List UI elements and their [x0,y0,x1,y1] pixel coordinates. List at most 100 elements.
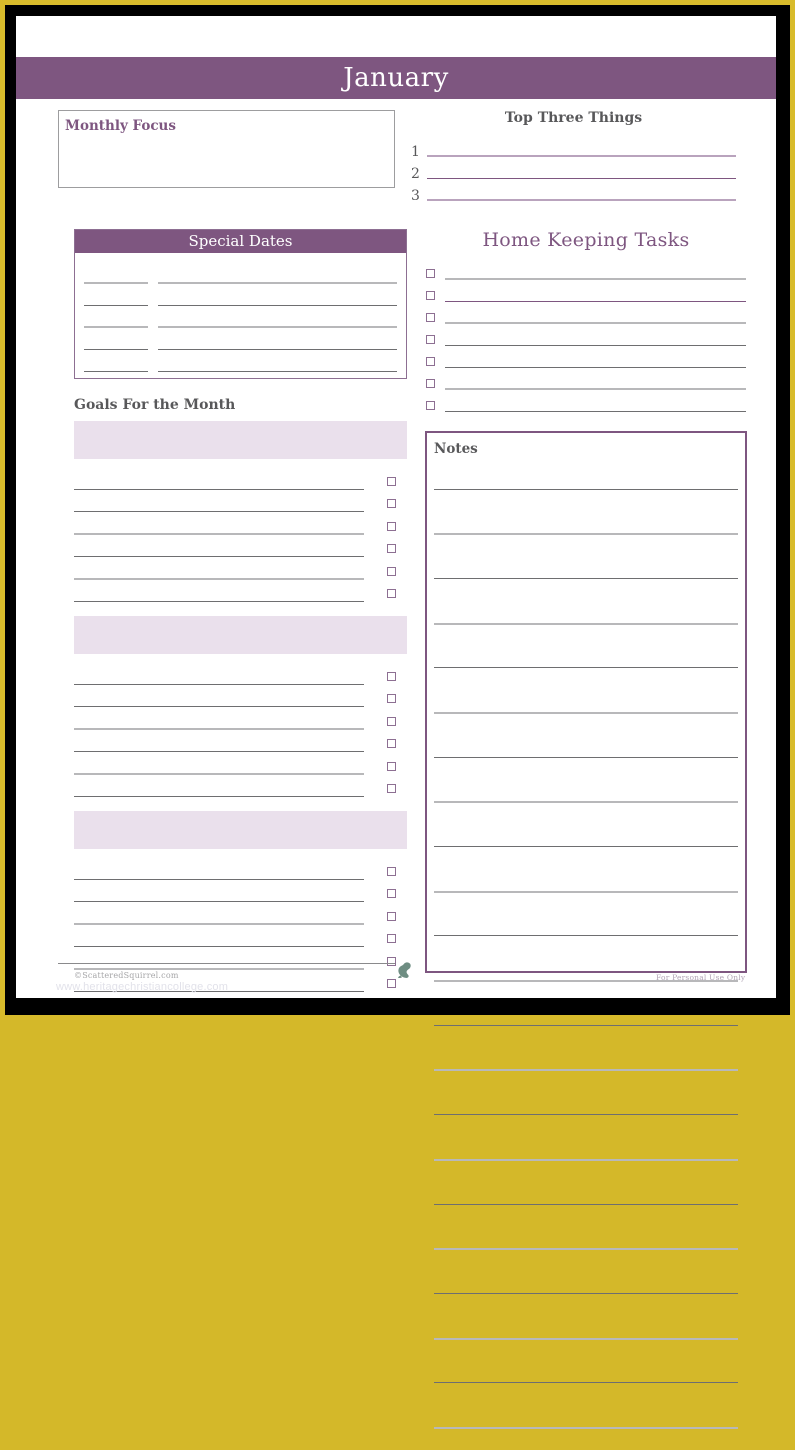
checkbox-icon[interactable] [387,761,396,771]
checkbox-icon[interactable] [387,499,396,508]
goal-row[interactable] [74,859,407,882]
goal-row[interactable] [74,754,407,777]
goal-writing-line[interactable] [74,878,364,880]
note-line[interactable] [434,577,738,601]
home-keeping-row[interactable] [426,260,746,282]
checkbox-icon[interactable] [387,911,396,921]
checkbox-icon[interactable] [426,357,435,366]
top-three-row[interactable]: 3 [411,181,736,203]
note-line[interactable] [434,1292,738,1316]
checkbox-icon[interactable] [387,784,396,793]
goal-writing-line[interactable] [74,706,364,707]
home-keeping-row[interactable] [426,282,746,304]
special-date-description-field[interactable] [158,305,397,306]
goal-writing-line[interactable] [74,601,364,602]
note-line[interactable] [434,801,738,824]
goal-row[interactable] [74,492,407,515]
home-keeping-writing-line[interactable] [445,278,746,280]
special-date-field[interactable] [84,305,148,306]
goal-row[interactable] [74,469,407,492]
top-three-writing-line[interactable] [427,199,736,201]
special-dates-row[interactable] [84,286,397,308]
goal-row[interactable] [74,514,407,537]
checkbox-icon[interactable] [387,739,396,748]
note-line[interactable] [434,1248,738,1271]
home-keeping-writing-line[interactable] [445,345,746,346]
special-date-description-field[interactable] [158,371,397,372]
note-line[interactable] [434,488,738,512]
note-line[interactable] [434,756,738,780]
checkbox-icon[interactable] [426,335,435,344]
goal-title-band[interactable] [74,616,407,654]
goal-row[interactable] [74,732,407,755]
top-three-writing-line[interactable] [427,155,736,157]
home-keeping-writing-line[interactable] [445,301,746,302]
checkbox-icon[interactable] [387,589,396,598]
goal-row[interactable] [74,687,407,710]
home-keeping-row[interactable] [426,392,746,414]
note-line[interactable] [434,1024,738,1048]
home-keeping-writing-line[interactable] [445,367,746,368]
checkbox-icon[interactable] [426,313,435,322]
home-keeping-row[interactable] [426,326,746,348]
goal-writing-line[interactable] [74,922,364,925]
note-line[interactable] [434,1337,738,1361]
goal-writing-line[interactable] [74,511,364,512]
top-three-writing-line[interactable] [427,178,736,179]
checkbox-icon[interactable] [426,291,435,300]
checkbox-icon[interactable] [387,694,396,703]
note-line[interactable] [434,711,738,735]
home-keeping-writing-line[interactable] [445,411,746,412]
special-date-field[interactable] [84,282,148,284]
checkbox-icon[interactable] [387,934,396,943]
goal-row[interactable] [74,709,407,732]
checkbox-icon[interactable] [426,269,435,278]
goal-title-band[interactable] [74,421,407,459]
goal-row[interactable] [74,664,407,687]
special-date-field[interactable] [84,371,148,372]
special-dates-row[interactable] [84,330,397,352]
goal-writing-line[interactable] [74,532,364,535]
goal-row[interactable] [74,559,407,582]
goal-title-band[interactable] [74,811,407,849]
note-line[interactable] [434,1203,738,1227]
note-line[interactable] [434,1114,738,1137]
note-line[interactable] [434,622,738,646]
note-line[interactable] [434,935,738,958]
special-date-field[interactable] [84,326,148,328]
checkbox-icon[interactable] [387,544,396,553]
monthly-focus-box[interactable]: Monthly Focus [58,110,395,188]
checkbox-icon[interactable] [426,379,435,388]
goal-writing-line[interactable] [74,683,364,685]
note-line[interactable] [434,1382,738,1405]
notes-box[interactable]: Notes [425,431,747,1429]
goal-writing-line[interactable] [74,772,364,775]
note-line[interactable] [434,890,738,914]
goal-writing-line[interactable] [74,967,364,970]
note-line[interactable] [434,980,738,1003]
goal-writing-line[interactable] [74,901,364,902]
special-dates-row[interactable] [84,308,397,330]
home-keeping-writing-line[interactable] [445,322,746,324]
checkbox-icon[interactable] [387,521,396,531]
top-three-row[interactable]: 1 [411,137,736,159]
special-date-field[interactable] [84,349,148,350]
goal-writing-line[interactable] [74,488,364,490]
goal-row[interactable] [74,904,407,927]
special-dates-row[interactable] [84,352,397,374]
goal-writing-line[interactable] [74,556,364,557]
note-line[interactable] [434,667,738,690]
home-keeping-writing-line[interactable] [445,388,746,390]
goal-writing-line[interactable] [74,946,364,947]
checkbox-icon[interactable] [387,716,396,726]
note-line[interactable] [434,1158,738,1182]
goal-row[interactable] [74,582,407,605]
special-dates-row[interactable] [84,264,397,286]
home-keeping-row[interactable] [426,304,746,326]
note-line[interactable] [434,533,738,556]
top-three-row[interactable]: 2 [411,159,736,181]
goal-writing-line[interactable] [74,577,364,580]
special-date-description-field[interactable] [158,349,397,350]
goal-writing-line[interactable] [74,751,364,752]
home-keeping-row[interactable] [426,348,746,370]
